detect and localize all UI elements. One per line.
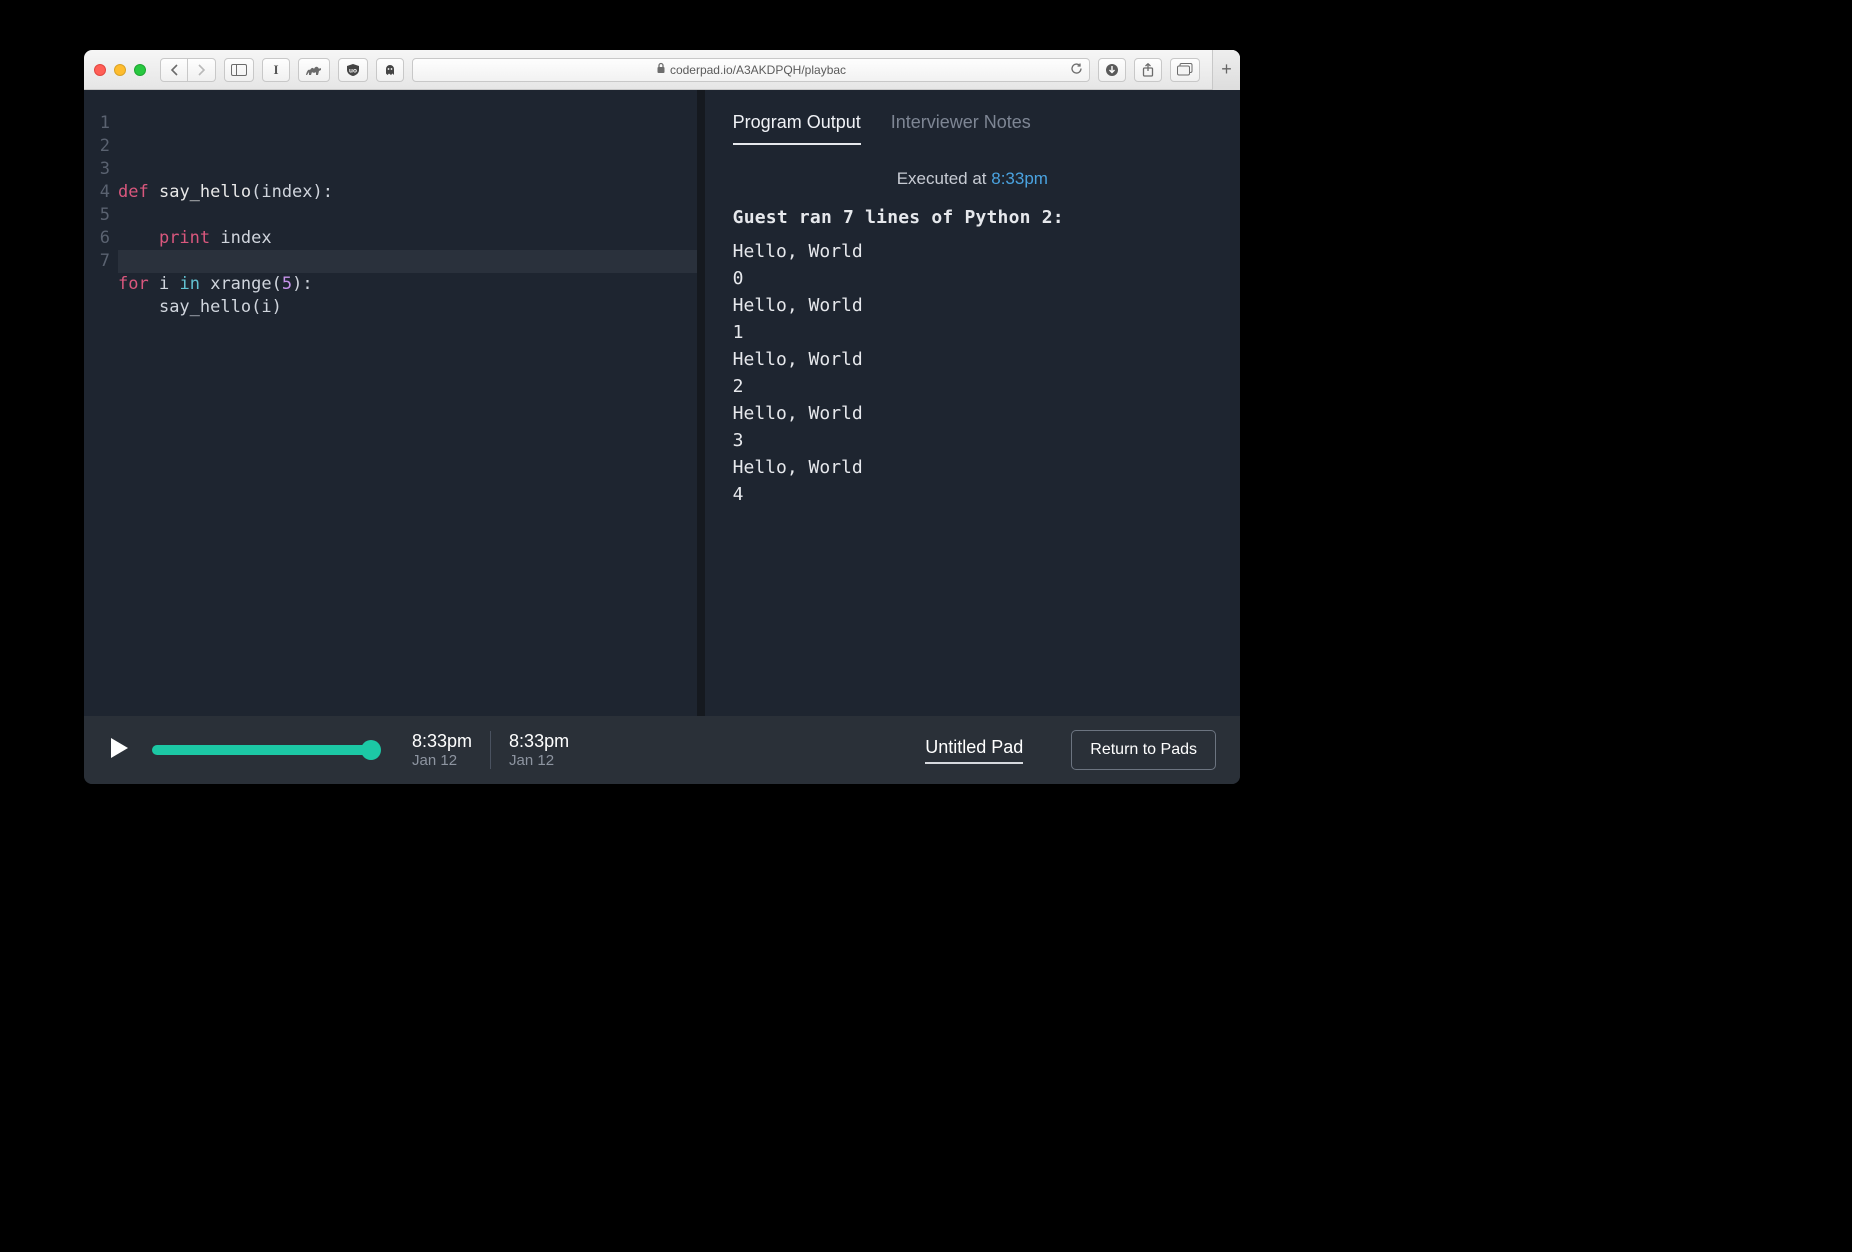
run-summary: Guest ran 7 lines of Python 2: — [733, 207, 1212, 228]
app-content: 1234567 def say_hello(index): print inde… — [84, 90, 1240, 716]
reload-button[interactable] — [1070, 62, 1083, 78]
url-text: coderpad.io/A3AKDPQH/playbac — [670, 63, 846, 77]
output-pane: Program Output Interviewer Notes Execute… — [705, 90, 1240, 716]
executed-at-label: Executed at — [897, 169, 992, 188]
camel-icon — [305, 63, 323, 77]
minimize-window-button[interactable] — [114, 64, 126, 76]
ext-ghostery-button[interactable] — [376, 58, 404, 82]
forward-button[interactable] — [188, 58, 216, 82]
shield-icon: uo — [345, 63, 361, 77]
playback-end-time: 8:33pm — [509, 731, 569, 752]
safari-toolbar: I uo coderpad.io/A3AKDPQH/playbac — [84, 50, 1240, 90]
playback-end: 8:33pm Jan 12 — [490, 731, 587, 769]
pane-divider[interactable] — [697, 90, 705, 716]
output-tabs: Program Output Interviewer Notes — [733, 112, 1212, 145]
tabs-button[interactable] — [1170, 58, 1200, 82]
sidebar-icon — [231, 64, 247, 76]
sidebar-button[interactable] — [224, 58, 254, 82]
playback-slider[interactable] — [152, 745, 372, 755]
tab-interviewer-notes[interactable]: Interviewer Notes — [891, 112, 1031, 145]
address-bar[interactable]: coderpad.io/A3AKDPQH/playbac — [412, 58, 1090, 82]
new-tab-button[interactable]: + — [1212, 50, 1240, 90]
play-button[interactable] — [108, 736, 130, 765]
playback-start-time: 8:33pm — [412, 731, 472, 752]
close-window-button[interactable] — [94, 64, 106, 76]
playback-start: 8:33pm Jan 12 — [394, 731, 490, 769]
downloads-button[interactable] — [1098, 58, 1126, 82]
code-editor[interactable]: 1234567 def say_hello(index): print inde… — [84, 90, 697, 716]
return-to-pads-button[interactable]: Return to Pads — [1071, 730, 1216, 770]
executed-at-time: 8:33pm — [991, 169, 1048, 188]
code-area[interactable]: def say_hello(index): print index for i … — [118, 112, 697, 716]
playback-end-date: Jan 12 — [509, 752, 569, 769]
browser-window: I uo coderpad.io/A3AKDPQH/playbac — [84, 50, 1240, 784]
maximize-window-button[interactable] — [134, 64, 146, 76]
download-icon — [1105, 63, 1119, 77]
share-button[interactable] — [1134, 58, 1162, 82]
tab-program-output[interactable]: Program Output — [733, 112, 861, 145]
tabs-icon — [1177, 63, 1193, 76]
svg-text:uo: uo — [349, 67, 357, 74]
playback-timestamps: 8:33pm Jan 12 8:33pm Jan 12 — [394, 731, 587, 769]
ghost-icon — [383, 63, 397, 77]
play-icon — [108, 736, 130, 760]
share-icon — [1142, 63, 1154, 77]
playback-knob[interactable] — [361, 740, 381, 760]
ext-instapaper-button[interactable]: I — [262, 58, 290, 82]
playback-bar: 8:33pm Jan 12 8:33pm Jan 12 Untitled Pad… — [84, 716, 1240, 784]
executed-at: Executed at 8:33pm — [733, 169, 1212, 189]
program-stdout: Hello, World 0 Hello, World 1 Hello, Wor… — [733, 238, 1212, 508]
ext-camel-button[interactable] — [298, 58, 330, 82]
playback-start-date: Jan 12 — [412, 752, 472, 769]
ext-ublock-button[interactable]: uo — [338, 58, 368, 82]
back-button[interactable] — [160, 58, 188, 82]
lock-icon — [656, 62, 666, 77]
line-gutter: 1234567 — [84, 112, 118, 716]
window-controls — [94, 64, 146, 76]
pad-name[interactable]: Untitled Pad — [925, 737, 1023, 764]
